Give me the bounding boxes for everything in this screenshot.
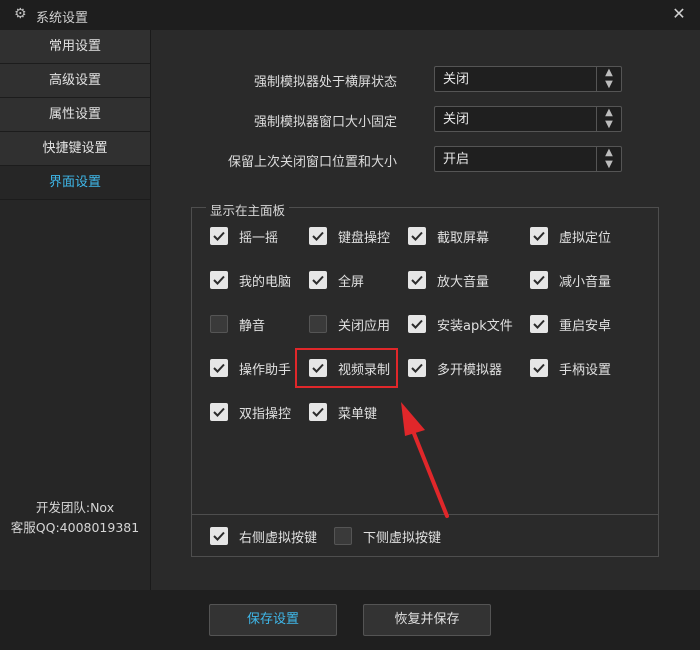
sidebar-item-interface[interactable]: 界面设置 xyxy=(0,166,150,200)
checkbox-label: 多开模拟器 xyxy=(437,362,503,378)
checkbox-label: 下侧虚拟按键 xyxy=(363,530,442,546)
checkbox-gamepad-settings[interactable]: 手柄设置 xyxy=(530,358,611,378)
check-icon xyxy=(210,359,228,377)
checkbox-volume-up[interactable]: 放大音量 xyxy=(408,270,489,290)
remember-position-select-value: 开启 xyxy=(443,152,470,167)
setting-label-landscape: 强制模拟器处于横屏状态 xyxy=(253,75,397,90)
fixed-size-select[interactable]: 关闭 ▲ ▼ xyxy=(434,106,622,132)
remember-position-select[interactable]: 开启 ▲ ▼ xyxy=(434,146,622,172)
checkbox-label: 菜单键 xyxy=(338,406,378,422)
check-icon xyxy=(309,271,327,289)
checkbox-fullscreen[interactable]: 全屏 xyxy=(309,270,364,290)
checkbox-label: 关闭应用 xyxy=(338,318,391,334)
checkbox-close-app[interactable]: 关闭应用 xyxy=(309,314,390,334)
checkbox-shake[interactable]: 摇一摇 xyxy=(210,226,278,246)
chevron-updown-icon: ▲ ▼ xyxy=(596,147,621,171)
setting-label-remember-position: 保留上次关闭窗口位置和大小 xyxy=(227,155,397,170)
check-icon xyxy=(408,271,426,289)
footer-bar: 保存设置 恢复并保存 xyxy=(0,590,700,650)
unchecked-box-icon xyxy=(334,527,352,545)
setting-label-fixed-size: 强制模拟器窗口大小固定 xyxy=(253,115,397,130)
checkbox-label: 截取屏幕 xyxy=(437,230,490,246)
unchecked-box-icon xyxy=(210,315,228,333)
checkbox-volume-down[interactable]: 减小音量 xyxy=(530,270,611,290)
check-icon xyxy=(530,315,548,333)
check-icon xyxy=(408,359,426,377)
checkbox-label: 键盘操控 xyxy=(338,230,391,246)
check-icon xyxy=(309,403,327,421)
checkbox-install-apk[interactable]: 安装apk文件 xyxy=(408,314,513,334)
main-panel: 强制模拟器处于横屏状态 关闭 ▲ ▼ 强制模拟器窗口大小固定 关闭 ▲ ▼ 保留上次… xyxy=(151,30,700,590)
chevron-updown-icon: ▲ ▼ xyxy=(596,107,621,131)
sidebar-item-advanced[interactable]: 高级设置 xyxy=(0,64,150,98)
group-title: 显示在主面板 xyxy=(206,200,290,219)
landscape-select[interactable]: 关闭 ▲ ▼ xyxy=(434,66,622,92)
check-icon xyxy=(309,227,327,245)
check-icon xyxy=(210,403,228,421)
checkbox-label: 全屏 xyxy=(338,274,365,290)
checkbox-label: 我的电脑 xyxy=(239,274,292,290)
checkbox-virtual-location[interactable]: 虚拟定位 xyxy=(530,226,611,246)
check-icon xyxy=(408,315,426,333)
checkbox-restart-android[interactable]: 重启安卓 xyxy=(530,314,611,334)
checkbox-right-virtual-keys[interactable]: 右侧虚拟按键 xyxy=(210,526,317,546)
sidebar-item-properties[interactable]: 属性设置 xyxy=(0,98,150,132)
support-qq-label: 客服QQ:4008019381 xyxy=(10,520,140,535)
close-icon[interactable]: ✕ xyxy=(670,5,688,23)
check-icon xyxy=(530,271,548,289)
checkbox-label: 操作助手 xyxy=(239,362,292,378)
sidebar: 常用设置 高级设置 属性设置 快捷键设置 界面设置 开发团队:Nox 客服QQ:… xyxy=(0,30,151,590)
landscape-select-value: 关闭 xyxy=(443,72,470,87)
checkbox-mute[interactable]: 静音 xyxy=(210,314,265,334)
checkbox-operation-assistant[interactable]: 操作助手 xyxy=(210,358,291,378)
checkbox-label: 摇一摇 xyxy=(239,230,279,246)
check-icon xyxy=(530,359,548,377)
checkbox-label: 安装apk文件 xyxy=(437,318,513,334)
chevron-updown-icon: ▲ ▼ xyxy=(596,67,621,91)
save-button[interactable]: 保存设置 xyxy=(209,604,337,636)
checkbox-bottom-virtual-keys[interactable]: 下侧虚拟按键 xyxy=(334,526,441,546)
check-icon xyxy=(210,271,228,289)
title-bar: ⚙ 系统设置 ✕ xyxy=(0,0,700,31)
red-arrow-icon xyxy=(401,402,449,518)
checkbox-label: 放大音量 xyxy=(437,274,490,290)
check-icon xyxy=(530,227,548,245)
sidebar-footer: 开发团队:Nox 客服QQ:4008019381 xyxy=(0,498,150,538)
check-icon xyxy=(408,227,426,245)
check-icon xyxy=(210,227,228,245)
checkbox-multi-instance[interactable]: 多开模拟器 xyxy=(408,358,502,378)
checkbox-label: 静音 xyxy=(239,318,266,334)
sidebar-item-common[interactable]: 常用设置 xyxy=(0,30,150,64)
checkbox-two-finger[interactable]: 双指操控 xyxy=(210,402,291,422)
fixed-size-select-value: 关闭 xyxy=(443,112,470,127)
gear-icon: ⚙ xyxy=(14,6,27,22)
checkbox-label: 手柄设置 xyxy=(559,362,612,378)
sidebar-item-shortcuts[interactable]: 快捷键设置 xyxy=(0,132,150,166)
checkbox-label: 重启安卓 xyxy=(559,318,612,334)
checkbox-label: 减小音量 xyxy=(559,274,612,290)
checkbox-label: 双指操控 xyxy=(239,406,292,422)
checkbox-screenshot[interactable]: 截取屏幕 xyxy=(408,226,489,246)
highlight-box xyxy=(295,348,398,388)
window-title: 系统设置 xyxy=(36,11,89,26)
restore-save-button[interactable]: 恢复并保存 xyxy=(363,604,491,636)
check-icon xyxy=(210,527,228,545)
checkbox-label: 右侧虚拟按键 xyxy=(239,530,318,546)
checkbox-label: 虚拟定位 xyxy=(559,230,612,246)
unchecked-box-icon xyxy=(309,315,327,333)
checkbox-menu-key[interactable]: 菜单键 xyxy=(309,402,377,422)
checkbox-keyboard-control[interactable]: 键盘操控 xyxy=(309,226,390,246)
checkbox-my-computer[interactable]: 我的电脑 xyxy=(210,270,291,290)
dev-team-label: 开发团队:Nox xyxy=(35,500,115,515)
